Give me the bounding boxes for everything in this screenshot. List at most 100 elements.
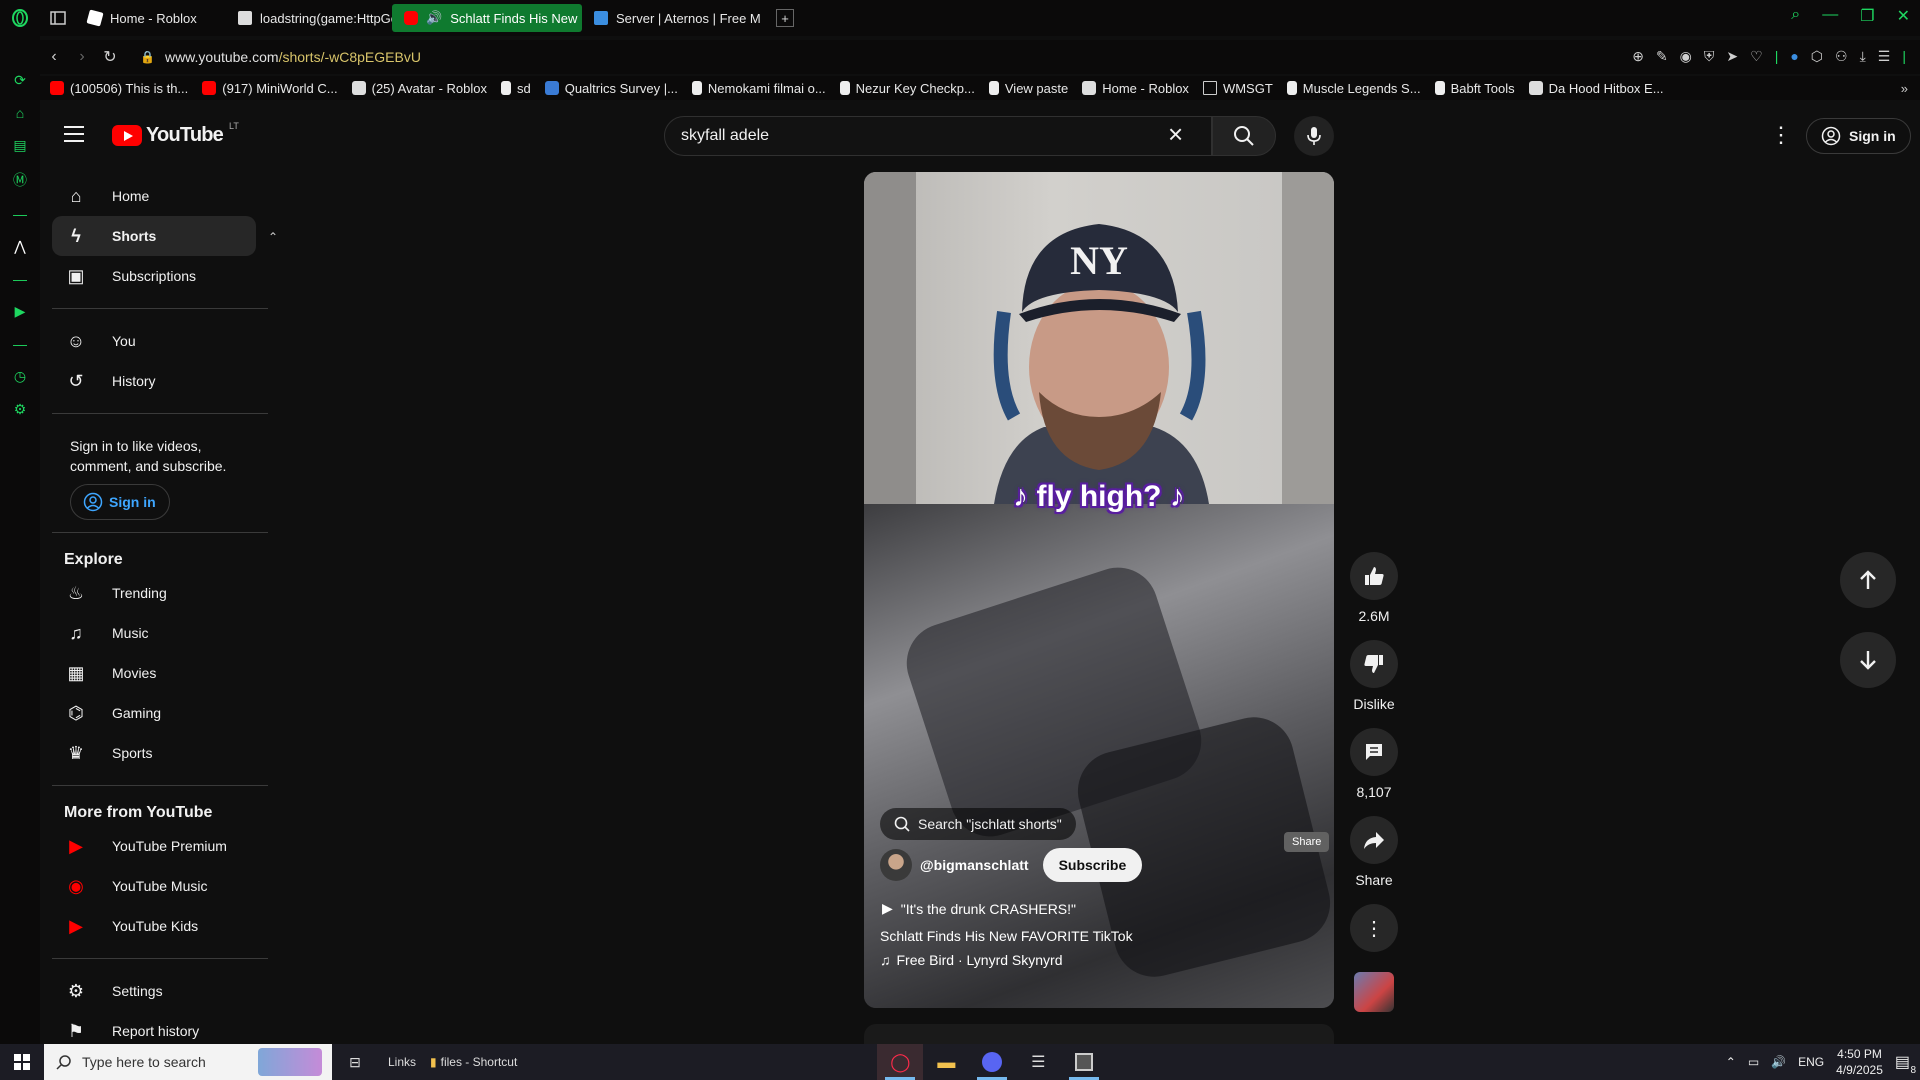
lock-icon[interactable]: 🔒: [140, 50, 155, 64]
shield-icon[interactable]: ⛨: [1704, 48, 1715, 65]
opera-gx-taskbar-icon[interactable]: ◯: [877, 1044, 924, 1080]
bookmark-item[interactable]: Home - Roblox: [1082, 81, 1189, 96]
app-stripes-icon[interactable]: ☰: [1015, 1044, 1061, 1080]
bookmark-item[interactable]: Qualtrics Survey |...: [544, 81, 678, 96]
files-shortcut[interactable]: ▮ files - Shortcut: [430, 1055, 517, 1069]
meet-now-icon[interactable]: ▭: [1748, 1055, 1759, 1069]
dislike-button[interactable]: [1350, 640, 1398, 688]
tray-overflow-icon[interactable]: ⌃: [1726, 1055, 1736, 1069]
tab-home-roblox[interactable]: Home - Roblox: [76, 4, 226, 32]
tab-sidebar-toggle[interactable]: [40, 4, 76, 32]
guide-scroll-up-icon[interactable]: ⌃: [268, 230, 278, 244]
aria-icon[interactable]: ⋀: [14, 238, 25, 255]
short-title[interactable]: Schlatt Finds His New FAVORITE TikTok: [880, 928, 1133, 944]
guide-item-shorts[interactable]: ϟ Shorts: [52, 216, 256, 256]
cube-icon[interactable]: ⬡: [1811, 48, 1823, 65]
guide-item-report-history[interactable]: ⚑ Report history: [52, 1011, 256, 1044]
bookmark-item[interactable]: (25) Avatar - Roblox: [351, 81, 487, 96]
reload-button[interactable]: ↻: [96, 47, 124, 67]
messenger-icon[interactable]: Ⓜ: [13, 170, 27, 190]
search-button[interactable]: [1212, 116, 1276, 156]
subscribe-button[interactable]: Subscribe: [1042, 848, 1143, 882]
channel-avatar[interactable]: [880, 849, 912, 881]
tab-loadstring[interactable]: loadstring(game:HttpGet(: [226, 4, 392, 32]
guide-item-youtube-premium[interactable]: ▶ YouTube Premium: [52, 826, 256, 866]
camera-icon[interactable]: ◉: [1680, 48, 1692, 65]
sign-in-button[interactable]: Sign in: [1806, 118, 1911, 154]
shorts-player[interactable]: NY ♪ fly high? ♪ Search "jschlatt shorts…: [864, 172, 1334, 1008]
bookmark-item[interactable]: sd: [500, 81, 531, 96]
guide-item-gaming[interactable]: ⌬ Gaming: [52, 693, 256, 733]
download-icon[interactable]: ⤓: [1860, 48, 1866, 65]
linked-video-row[interactable]: ▶ "It's the drunk CRASHERS!": [882, 900, 1076, 917]
heart-icon[interactable]: ♡: [1750, 48, 1763, 65]
opera-gx-logo-icon[interactable]: [0, 0, 40, 36]
maximize-button[interactable]: ❐: [1860, 6, 1874, 26]
send-icon[interactable]: ➤: [1726, 48, 1738, 65]
bookmark-item[interactable]: Muscle Legends S...: [1286, 81, 1421, 96]
extension-blue-icon[interactable]: ●: [1790, 48, 1798, 65]
guide-sign-in-button[interactable]: Sign in: [70, 484, 170, 520]
voice-search-button[interactable]: [1294, 116, 1334, 156]
file-explorer-icon[interactable]: ▬: [923, 1044, 969, 1080]
back-button[interactable]: ‹: [40, 48, 68, 66]
bookmark-item[interactable]: (100506) This is th...: [50, 81, 188, 96]
settings-sidebar-icon[interactable]: ⚙: [14, 401, 27, 418]
bookmark-item[interactable]: View paste: [988, 81, 1068, 96]
zoom-icon[interactable]: ⊕: [1632, 48, 1644, 65]
minecraft-icon[interactable]: [1061, 1044, 1107, 1080]
guide-item-settings[interactable]: ⚙ Settings: [52, 971, 256, 1011]
previous-short-button[interactable]: [1840, 552, 1896, 608]
like-button[interactable]: [1350, 552, 1398, 600]
guide-item-movies[interactable]: ▦ Movies: [52, 653, 256, 693]
channel-name[interactable]: @bigmanschlatt: [920, 857, 1029, 873]
menu-icon[interactable]: ☰: [1878, 48, 1891, 65]
taskbar-search-input[interactable]: Type here to search: [44, 1044, 332, 1080]
twitch-icon[interactable]: ▤: [13, 137, 26, 154]
history-sidebar-icon[interactable]: ◷: [14, 368, 26, 385]
tab-aternos[interactable]: Server | Aternos | Free M: [582, 4, 772, 32]
guide-item-subscriptions[interactable]: ▣ Subscriptions: [52, 256, 256, 296]
profile-icon[interactable]: ⚇: [1835, 48, 1848, 65]
bookmark-item[interactable]: (917) MiniWorld C...: [202, 81, 338, 96]
guide-menu-icon[interactable]: [64, 126, 84, 142]
task-view-icon[interactable]: ⊟: [332, 1044, 378, 1080]
bookmarks-overflow-icon[interactable]: »: [1901, 81, 1908, 96]
volume-icon[interactable]: 🔊: [1771, 1055, 1786, 1069]
start-button[interactable]: [0, 1044, 44, 1080]
guide-item-youtube-kids[interactable]: ▶ YouTube Kids: [52, 906, 256, 946]
sound-thumbnail[interactable]: [1354, 972, 1394, 1012]
next-short-button[interactable]: [1840, 632, 1896, 688]
search-tabs-icon[interactable]: ⌕: [1791, 6, 1800, 26]
edit-icon[interactable]: ✎: [1656, 48, 1668, 65]
close-button[interactable]: ✕: [1897, 6, 1910, 26]
gx-corner-icon[interactable]: ⌂: [16, 105, 24, 121]
discord-icon[interactable]: [969, 1044, 1015, 1080]
search-input[interactable]: skyfall adele: [664, 116, 1212, 156]
notifications-icon[interactable]: ▤ 8: [1895, 1052, 1916, 1076]
guide-item-home[interactable]: ⌂ Home: [52, 176, 256, 216]
comments-button[interactable]: [1350, 728, 1398, 776]
bookmark-folder[interactable]: WMSGT: [1202, 81, 1273, 96]
guide-item-history[interactable]: ↺ History: [52, 361, 256, 401]
forward-button[interactable]: ›: [68, 48, 96, 66]
share-button[interactable]: [1350, 816, 1398, 864]
bookmark-item[interactable]: Nemokami filmai o...: [691, 81, 826, 96]
guide-item-sports[interactable]: ♛ Sports: [52, 733, 256, 773]
next-short-preview[interactable]: [864, 1024, 1334, 1044]
new-tab-button[interactable]: +: [776, 9, 794, 27]
bookmark-item[interactable]: Nezur Key Checkp...: [839, 81, 975, 96]
related-search-chip[interactable]: Search "jschlatt shorts": [880, 808, 1076, 840]
links-label[interactable]: Links: [388, 1055, 416, 1069]
gx-control-icon[interactable]: ⟳: [14, 72, 26, 89]
speaker-icon[interactable]: 🔊: [426, 10, 442, 26]
url-field[interactable]: 🔒 www.youtube.com/shorts/-wC8pEGEBvU: [140, 49, 421, 65]
music-attribution[interactable]: ♫ Free Bird · Lynyrd Skynyrd: [880, 952, 1062, 968]
clear-search-icon[interactable]: ×: [1168, 121, 1183, 147]
language-indicator[interactable]: ENG: [1798, 1055, 1824, 1069]
guide-item-youtube-music[interactable]: ◉ YouTube Music: [52, 866, 256, 906]
youtube-logo[interactable]: YouTube LT: [112, 121, 239, 147]
guide-item-music[interactable]: ♫ Music: [52, 613, 256, 653]
tab-schlatt-youtube[interactable]: 🔊 Schlatt Finds His New: [392, 4, 582, 32]
guide-item-trending[interactable]: ♨ Trending: [52, 573, 256, 613]
